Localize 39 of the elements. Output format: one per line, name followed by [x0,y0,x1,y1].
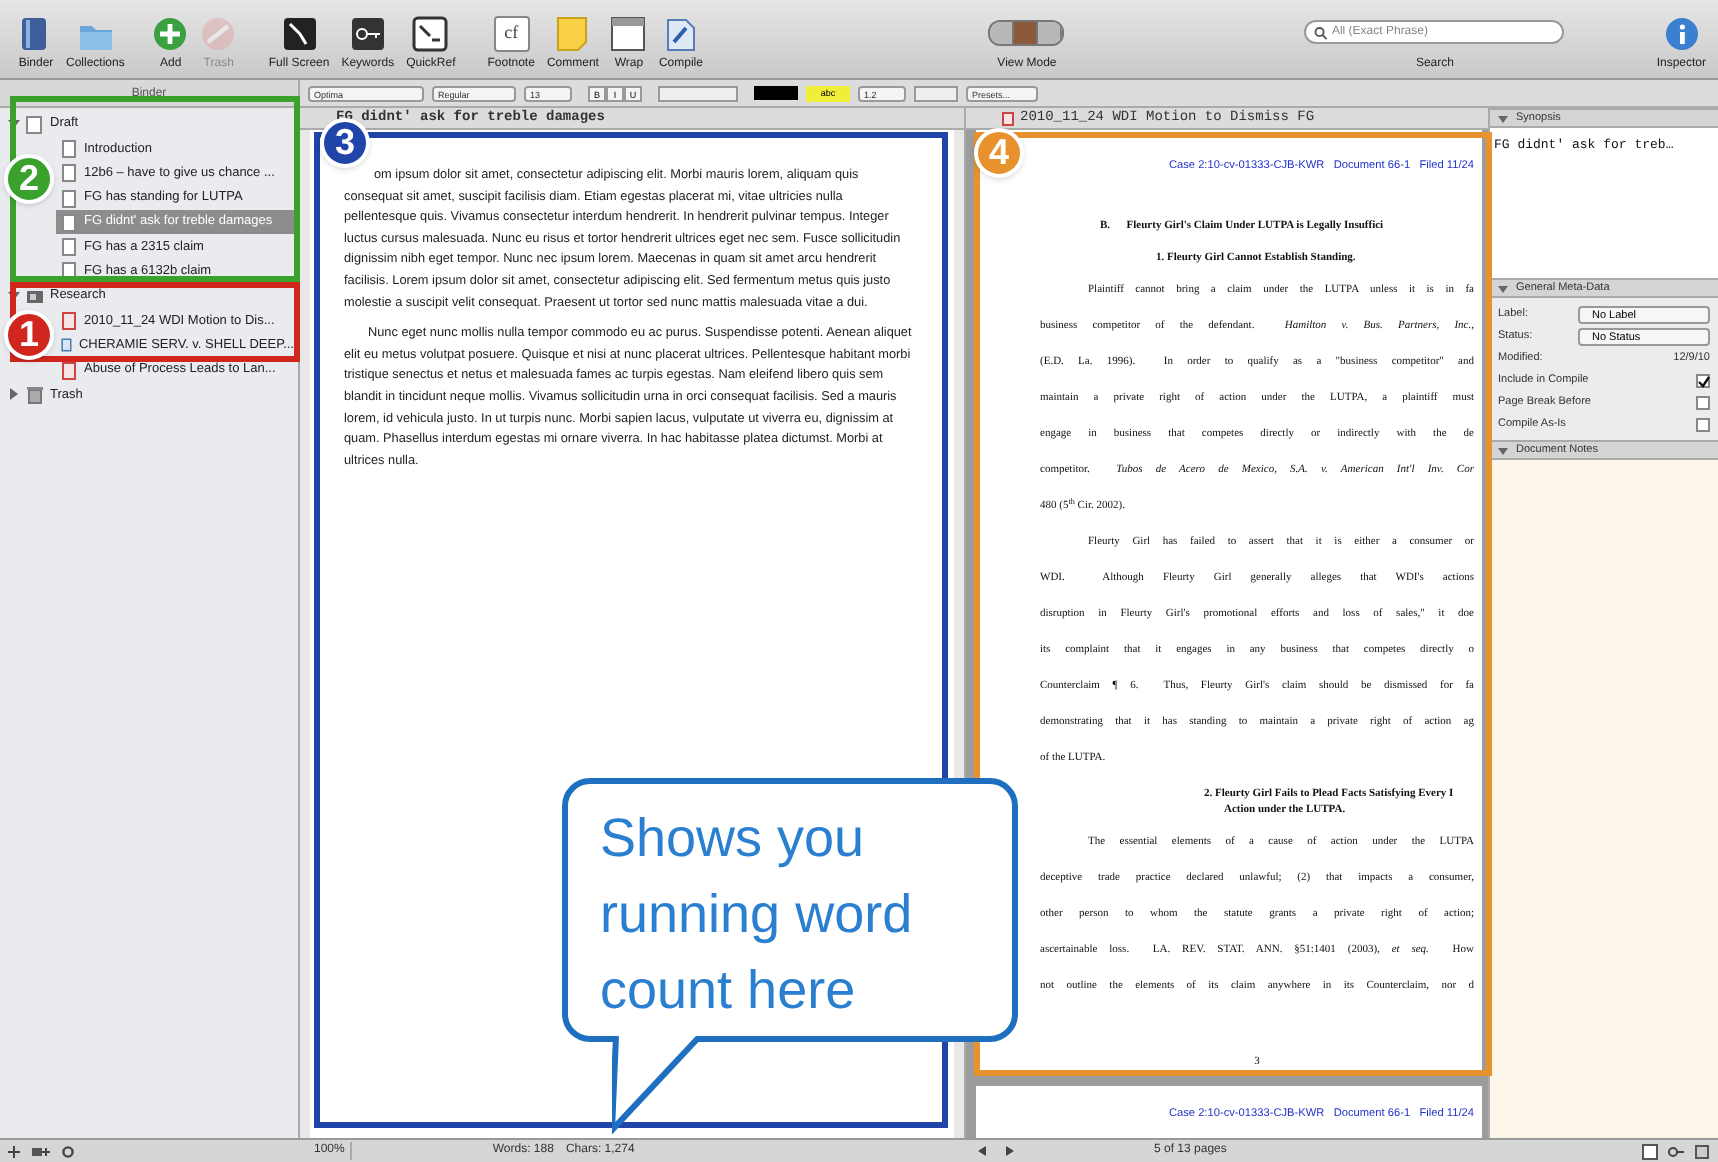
disclosure-triangle-icon[interactable] [1498,283,1508,293]
paper-icon [662,16,699,52]
view-mode-segment[interactable] [1038,22,1063,44]
info-icon [1663,16,1700,52]
plus-icon[interactable] [8,1145,20,1157]
view-mode-segment[interactable] [990,22,1015,44]
checkbox[interactable] [1696,417,1710,431]
disclosure-triangle-icon[interactable] [1498,113,1508,123]
pdf-icon [1002,111,1014,125]
disclosure-triangle-icon[interactable] [8,118,20,131]
no-entry-icon [200,16,237,52]
window-icon [610,16,647,52]
web-page-icon [60,336,73,355]
key-icon[interactable] [1668,1143,1684,1159]
disclosure-triangle-icon[interactable] [8,388,20,401]
list-dropdown[interactable] [914,85,958,101]
callout-bubble: Shows you running word count here [562,778,1018,1042]
note-icon [554,16,591,52]
view-mode-segment[interactable] [1014,22,1039,44]
disclosure-triangle-icon[interactable] [1498,445,1508,455]
window-icon[interactable] [1694,1143,1710,1159]
footnote-icon: cf [493,16,530,52]
plus-icon [152,16,189,52]
text-color-swatch[interactable] [754,86,798,100]
checkbox[interactable] [1696,395,1710,409]
disclosure-triangle-icon[interactable] [8,290,20,303]
pdf-icon [60,312,78,331]
trash-icon [26,385,44,404]
checkmark-icon [1698,375,1710,387]
key-icon [349,16,386,52]
view-mode-control[interactable] [988,20,1065,46]
pdf-icon [60,361,78,380]
search-icon [1314,25,1328,39]
next-icon[interactable] [1004,1146,1014,1156]
window-icon [412,16,449,52]
page-icon[interactable] [1642,1143,1658,1159]
previous-icon[interactable] [978,1146,988,1156]
checkbox[interactable] [1696,373,1710,387]
alignment-control[interactable] [658,85,738,101]
